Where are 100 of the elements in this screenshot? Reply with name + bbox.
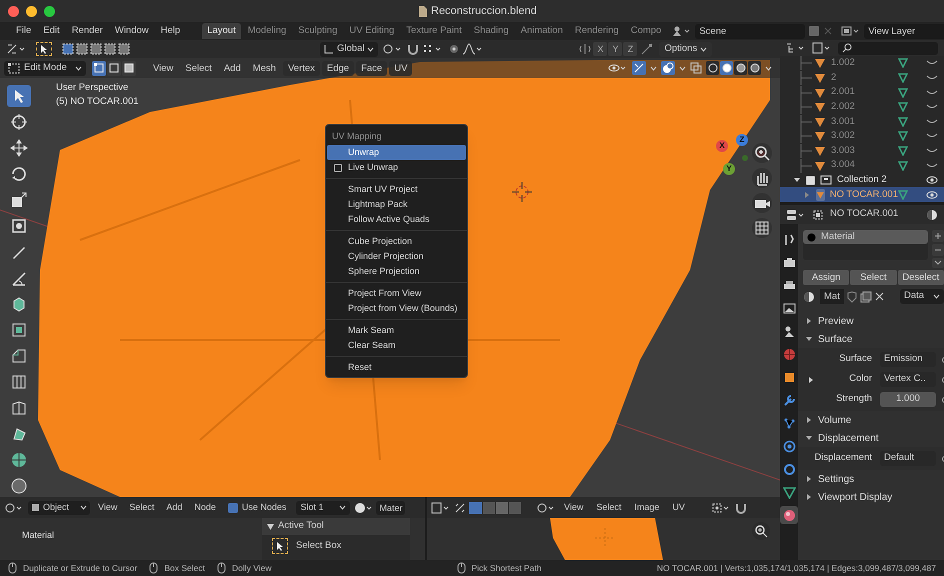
pivot-point-icon[interactable] [710, 502, 731, 514]
filter-icon[interactable] [812, 42, 832, 54]
menu-item[interactable]: Follow Active Quads [327, 212, 466, 227]
snap-magnet-icon[interactable] [406, 43, 420, 55]
navigation-button[interactable] [752, 193, 772, 213]
workspace-tab[interactable]: Compo [626, 23, 666, 39]
menu-item[interactable]: Mark Seam [327, 323, 466, 338]
header-menu[interactable]: Select [180, 60, 217, 76]
display-mode-icon[interactable] [786, 42, 806, 54]
box-select-icon[interactable] [62, 43, 74, 55]
menu-item[interactable]: Reset [327, 360, 466, 375]
panel-title[interactable]: Volume [818, 412, 852, 428]
menu-item[interactable]: Clear Seam [327, 338, 466, 353]
expanded-arrow-icon[interactable] [806, 336, 812, 342]
menu-item[interactable]: Project From View [327, 286, 466, 301]
caret-icon[interactable] [650, 66, 657, 70]
disclosure-triangle-icon[interactable] [794, 177, 800, 184]
selection-mode-icon[interactable] [118, 43, 130, 55]
outliner-row[interactable]: Collection 2 [780, 172, 944, 188]
slot-dropdown[interactable]: Slot 1 [296, 500, 350, 514]
checkbox[interactable] [228, 502, 238, 512]
datablock-dropdown[interactable]: Mater [376, 500, 406, 514]
fake-user-shield-icon[interactable] [846, 290, 857, 302]
tool-button[interactable] [272, 538, 288, 554]
copy-icon[interactable] [808, 25, 820, 37]
material-sphere-icon[interactable] [803, 290, 817, 302]
pivot-icon[interactable] [536, 502, 556, 514]
select-mode-button[interactable] [122, 60, 136, 76]
axis-toggle-button[interactable]: Y [608, 42, 622, 56]
header-menu[interactable]: Node [190, 500, 220, 514]
caret-icon[interactable] [932, 258, 944, 268]
scene-field[interactable]: Scene [695, 24, 806, 38]
mode-dropdown[interactable]: Edit Mode [4, 60, 86, 76]
dropdown-field[interactable]: Vertex C.. [880, 372, 936, 387]
menu-item[interactable]: Cylinder Projection [327, 249, 466, 264]
menu-item[interactable]: Edit [37, 24, 66, 38]
header-menu[interactable]: Face [356, 60, 388, 76]
outliner-row[interactable]: 3.003 [780, 144, 944, 158]
navigation-button[interactable] [752, 168, 772, 188]
options-dropdown[interactable]: Options [659, 42, 712, 56]
eye-icon[interactable] [926, 175, 938, 186]
collapsed-arrow-icon[interactable] [808, 376, 814, 382]
number-field[interactable]: 1.000 [880, 392, 936, 407]
sync-selection-icon[interactable] [454, 502, 466, 514]
workspace-tab[interactable]: Animation [516, 23, 568, 39]
node-editor-icon[interactable] [4, 502, 24, 514]
header-menu[interactable]: UV [667, 500, 690, 514]
copy-icon[interactable] [860, 290, 872, 302]
panel-title[interactable]: Displacement [818, 430, 879, 446]
header-menu[interactable]: Select [125, 500, 158, 514]
collapsed-arrow-icon[interactable] [806, 318, 812, 324]
search-field[interactable] [838, 42, 938, 55]
outliner-row[interactable]: 2 [780, 70, 944, 86]
proportional-edit-icon[interactable] [448, 43, 460, 55]
workspace-tab[interactable]: Modeling [242, 23, 292, 39]
workspace-tab[interactable]: Shading [468, 23, 514, 39]
selection-mode-icon[interactable] [104, 43, 116, 55]
selection-mode-icon[interactable] [76, 43, 88, 55]
dropdown-field[interactable]: Default [880, 451, 936, 466]
header-menu[interactable]: View [94, 500, 122, 514]
gizmo-toggle-icon[interactable] [632, 61, 646, 75]
outliner-row[interactable]: NO TOCAR.001 [780, 187, 944, 202]
window-control-button[interactable] [8, 6, 19, 16]
workspace-tab[interactable]: Texture Paint [401, 23, 467, 39]
shading-mode-button[interactable] [720, 61, 733, 75]
menu-item[interactable]: Smart UV Project [327, 182, 466, 197]
window-control-button[interactable] [26, 6, 37, 16]
action-button[interactable]: Assign [803, 270, 850, 285]
material-name-field[interactable]: Mat [820, 289, 844, 304]
editor-type-icon[interactable] [786, 208, 806, 220]
header-menu[interactable]: Image [629, 500, 664, 514]
panel-title[interactable]: Viewport Display [818, 490, 892, 504]
menu-item[interactable]: Project from View (Bounds) [327, 301, 466, 316]
menu-item[interactable]: Cube Projection [327, 234, 466, 249]
shading-mode-button[interactable] [706, 61, 719, 75]
outliner-row[interactable]: 1.002 [780, 56, 944, 71]
action-button[interactable]: Deselect [898, 270, 944, 285]
outliner-row[interactable]: 3.002 [780, 129, 944, 144]
caret-icon[interactable] [765, 66, 772, 70]
shading-mode-button[interactable] [748, 61, 761, 75]
header-menu[interactable]: View [148, 60, 178, 76]
material-sphere-icon[interactable] [354, 502, 372, 514]
collapsed-arrow-icon[interactable] [806, 494, 812, 500]
panel-title[interactable]: Surface [818, 332, 852, 346]
header-menu[interactable]: Add [162, 500, 186, 514]
window-control-button[interactable] [44, 6, 55, 16]
workspace-tab[interactable]: UV Editing [344, 23, 400, 39]
properties-tab[interactable] [780, 506, 798, 524]
snap-magnet-icon[interactable] [734, 502, 748, 514]
dropdown-field[interactable]: Emission [880, 352, 936, 367]
expanded-arrow-icon[interactable] [267, 524, 274, 530]
workspace-tab[interactable]: Rendering [570, 23, 624, 39]
header-menu[interactable]: Edge [322, 60, 354, 76]
header-menu[interactable]: Vertex [282, 60, 320, 76]
xray-toggle-icon[interactable] [690, 62, 702, 74]
overlay-toggle-icon[interactable] [661, 61, 675, 75]
checkbox[interactable] [806, 176, 815, 185]
checkbox[interactable] [334, 164, 342, 172]
navigation-button[interactable] [752, 218, 772, 238]
header-menu[interactable]: Add [218, 60, 246, 76]
